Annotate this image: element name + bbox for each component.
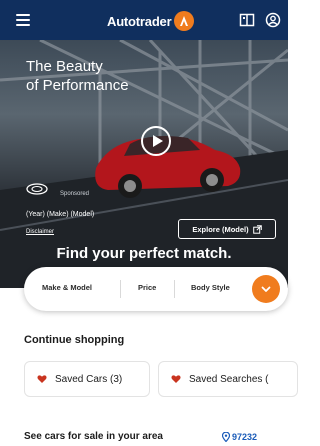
heart-icon [37, 375, 47, 383]
sponsored-label: Sponsored [60, 191, 90, 197]
find-match-title: Find your perfect match. [56, 245, 232, 262]
location-link[interactable]: 97232 [222, 432, 257, 442]
play-video-button[interactable] [141, 126, 171, 156]
divider [174, 280, 175, 298]
continue-shopping-title: Continue shopping [24, 334, 125, 346]
compare-icon[interactable] [239, 12, 255, 28]
chevron-down-icon [261, 286, 271, 292]
body-style-tab[interactable]: Body Style [191, 283, 230, 292]
headline-line-1: The Beauty [26, 58, 103, 75]
hero-ad-banner[interactable]: The Beauty of Performance Sponsored (Yea… [0, 40, 288, 288]
explore-model-button[interactable]: Explore (Model) [178, 219, 276, 239]
saved-cars-button[interactable]: Saved Cars (3) [24, 361, 150, 397]
logo-badge-icon [174, 11, 195, 31]
search-expand-button[interactable] [252, 275, 280, 303]
saved-cars-label: Saved Cars (3) [55, 373, 123, 385]
heart-icon [171, 375, 181, 383]
model-line: (Year) (Make) (Model) [26, 211, 95, 218]
disclaimer-link[interactable]: Disclaimer [26, 229, 54, 235]
explore-label: Explore (Model) [192, 224, 249, 234]
external-link-icon [252, 224, 262, 234]
saved-searches-button[interactable]: Saved Searches ( [158, 361, 298, 397]
zip-code: 97232 [232, 432, 258, 442]
sponsor-logo-icon [26, 183, 48, 195]
hero-headline: The Beauty of Performance [26, 57, 129, 95]
headline-line-2: of Performance [26, 77, 129, 94]
autotrader-logo[interactable]: Autotrader [107, 11, 195, 31]
cars-in-area-title: See cars for sale in your area [24, 431, 163, 442]
menu-icon[interactable] [16, 14, 30, 26]
vehicle-search-bar: Make & Model Price Body Style [24, 267, 288, 311]
saved-searches-label: Saved Searches ( [189, 373, 269, 385]
location-pin-icon [222, 432, 230, 442]
top-nav-bar: Autotrader [0, 0, 288, 40]
make-model-tab[interactable]: Make & Model [42, 283, 92, 292]
price-tab[interactable]: Price [138, 283, 156, 292]
account-icon[interactable] [265, 12, 281, 28]
divider [120, 280, 121, 298]
logo-text: Autotrader [107, 13, 172, 29]
